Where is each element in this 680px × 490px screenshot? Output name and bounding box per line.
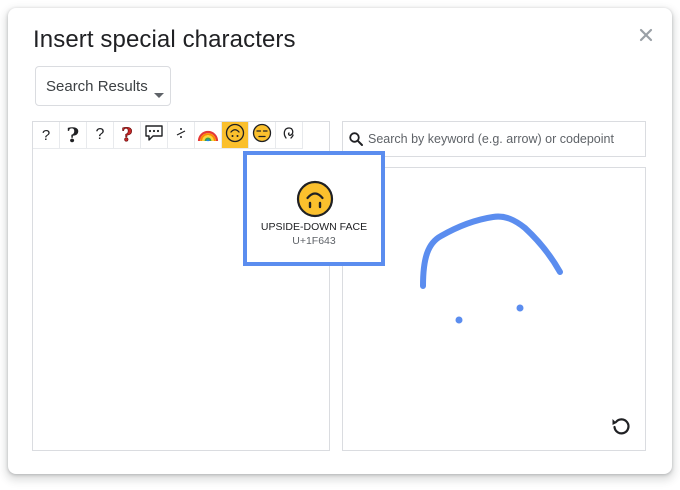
red-question-mark-icon: ? [121, 124, 133, 147]
spiral-symbol-icon [281, 125, 297, 145]
search-icon [348, 131, 364, 152]
character-preview-tooltip: UPSIDE-DOWN FACE U+1F643 [243, 151, 385, 266]
result-cell-speech-balloon[interactable] [141, 122, 168, 149]
category-dropdown[interactable]: Search Results [35, 66, 171, 106]
result-cell-ornate-question-mark[interactable]: ? [60, 122, 87, 149]
results-row: ? ? ? ? [33, 122, 303, 149]
result-cell-small-question-mark[interactable]: ? [87, 122, 114, 149]
search-input[interactable] [368, 122, 642, 156]
upside-down-face-icon [296, 180, 334, 223]
unamused-face-icon [252, 123, 272, 147]
result-cell-question-mark[interactable]: ? [33, 122, 60, 149]
tooltip-codepoint: U+1F643 [292, 235, 336, 247]
question-mark-glyph: ? [41, 126, 51, 144]
handwriting-canvas[interactable] [343, 168, 645, 450]
result-cell-spiral-symbol[interactable] [276, 122, 303, 149]
speech-balloon-icon [144, 124, 164, 146]
category-dropdown-label: Search Results [46, 78, 148, 95]
small-question-mark-glyph: ? [95, 126, 105, 143]
result-cell-upside-down-face[interactable] [222, 122, 249, 149]
search-box [342, 121, 646, 157]
dotted-symbol-icon [174, 126, 188, 144]
rainbow-icon [197, 124, 219, 146]
chevron-down-icon [154, 85, 164, 103]
dialog-title: Insert special characters [33, 26, 296, 53]
tooltip-character-name: UPSIDE-DOWN FACE [260, 221, 368, 233]
result-cell-unamused-face[interactable] [249, 122, 276, 149]
result-cell-dotted-symbol[interactable] [168, 122, 195, 149]
ornate-question-mark-icon: ? [66, 123, 80, 147]
result-cell-rainbow[interactable] [195, 122, 222, 149]
insert-special-characters-dialog: Insert special characters Search Results… [8, 8, 672, 474]
close-icon[interactable] [637, 26, 655, 44]
reset-drawing-icon[interactable] [610, 415, 632, 437]
upside-down-face-icon [225, 123, 245, 147]
result-cell-red-question-mark[interactable]: ? [114, 122, 141, 149]
drawing-area[interactable] [342, 167, 646, 451]
